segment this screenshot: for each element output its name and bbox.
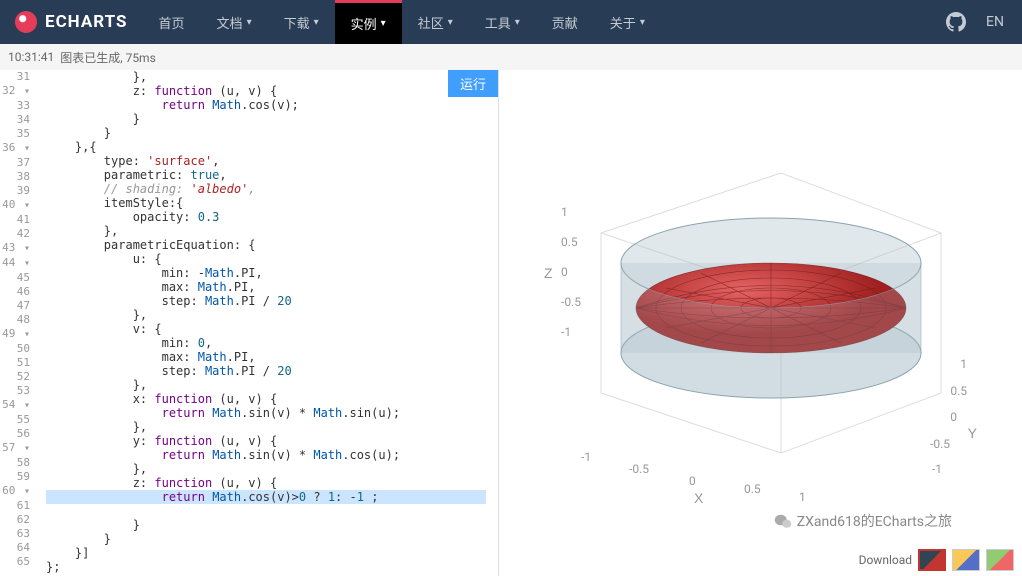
preview-toolbar: Download [859,549,1014,571]
watermark: ZXand618的ECharts之旅 [774,511,952,531]
status-msg: 图表已生成, 75ms [60,49,156,66]
theme-dark-red[interactable] [918,549,946,571]
line-gutter: 31 32 ▾33 34 35 36 ▾37 38 39 40 ▾41 42 4… [0,70,36,569]
nav-文档[interactable]: 文档▾ [201,0,268,44]
z-tick: 0.5 [561,235,578,249]
code-editor[interactable]: 运行 31 32 ▾33 34 35 36 ▾37 38 39 40 ▾41 4… [0,70,498,576]
nav-下载[interactable]: 下载▾ [268,0,335,44]
z-tick: -1 [561,325,571,339]
y-tick: 0.5 [950,384,967,398]
main-nav: 首页文档▾下载▾实例▾社区▾工具▾贡献关于▾ [143,0,947,44]
x-tick: -1 [581,450,591,464]
logo-icon [15,11,37,33]
z-tick: 1 [561,205,568,219]
y-axis-label: Y [968,425,977,441]
status-bar: 10:31:41 图表已生成, 75ms [0,44,1022,70]
nav-关于[interactable]: 关于▾ [594,0,661,44]
x-tick: 0.5 [744,482,761,496]
z-axis-label: Z [544,265,553,281]
z-tick: -0.5 [561,295,581,309]
x-tick: 0 [689,474,696,488]
theme-yellow-blue[interactable] [952,549,980,571]
y-tick: 1 [960,357,967,371]
download-link[interactable]: Download [859,553,912,567]
brand-text: ECHARTS [45,12,128,32]
x-axis-label: X [694,490,703,506]
y-tick: 0 [950,410,957,424]
nav-right: EN [946,12,1022,32]
nav-工具[interactable]: 工具▾ [469,0,536,44]
nav-贡献[interactable]: 贡献 [536,0,594,44]
code-content[interactable]: }, z: function (u, v) { return Math.cos(… [46,70,486,574]
github-icon[interactable] [946,12,966,32]
y-tick: -1 [932,462,942,476]
theme-green-red[interactable] [986,549,1014,571]
wechat-icon [774,514,792,529]
lang-toggle[interactable]: EN [986,14,1004,30]
chart-preview: Z X Y 1 0.5 0 -0.5 -1 -1 -0.5 0 0.5 1 1 … [498,70,1022,576]
logo[interactable]: ECHARTS [0,11,143,33]
nav-实例[interactable]: 实例▾ [335,0,402,44]
nav-社区[interactable]: 社区▾ [402,0,469,44]
z-tick: 0 [561,265,568,279]
nav-首页[interactable]: 首页 [143,0,201,44]
x-tick: -0.5 [629,462,649,476]
y-tick: -0.5 [930,437,950,451]
status-time: 10:31:41 [8,50,54,64]
x-tick: 1 [799,490,806,504]
main-header: ECHARTS 首页文档▾下载▾实例▾社区▾工具▾贡献关于▾ EN [0,0,1022,44]
main-area: 运行 31 32 ▾33 34 35 36 ▾37 38 39 40 ▾41 4… [0,70,1022,576]
chart-3d[interactable]: Z X Y 1 0.5 0 -0.5 -1 -1 -0.5 0 0.5 1 1 … [519,110,1002,516]
